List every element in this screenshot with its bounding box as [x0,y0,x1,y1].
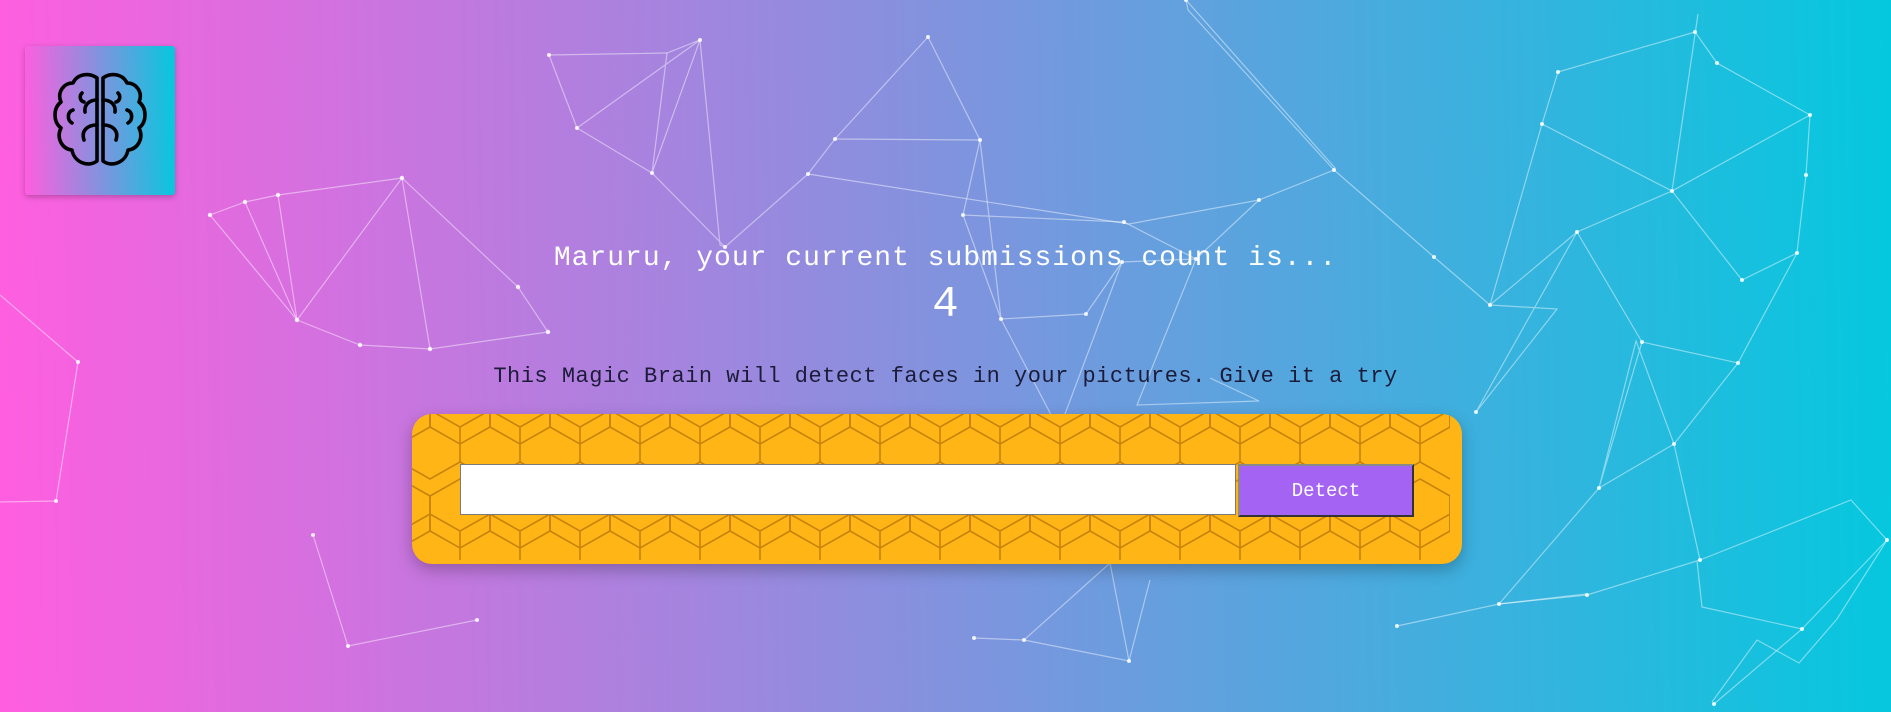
particle-network-background [0,0,1889,706]
image-url-form: Detect [412,414,1462,564]
brain-icon [53,72,147,166]
image-url-input[interactable] [460,464,1236,515]
submissions-greeting: Maruru, your current submissions count i… [553,243,1338,274]
submissions-count: 4 [932,280,959,330]
logo-card [25,46,175,195]
detect-button[interactable]: Detect [1238,464,1414,517]
face-detect-description: This Magic Brain will detect faces in yo… [493,364,1398,389]
